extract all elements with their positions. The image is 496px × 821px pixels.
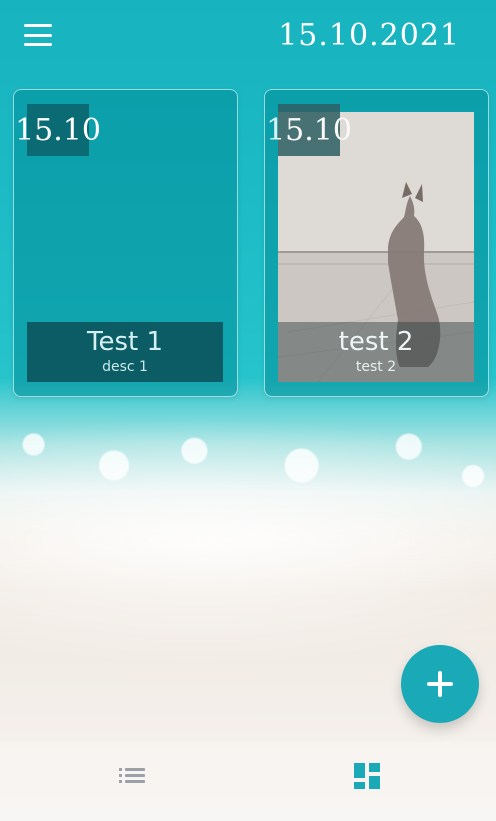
current-date: 15.10.2021 <box>278 18 460 53</box>
menu-line <box>24 24 52 27</box>
card-description: test 2 <box>355 359 397 375</box>
grid-view-button[interactable] <box>347 758 387 794</box>
note-card-2[interactable]: 15.10 test 2 test 2 <box>264 89 489 397</box>
wave-foam <box>0 392 496 602</box>
card-title: Test 1 <box>86 327 163 357</box>
list-view-button[interactable] <box>112 758 152 794</box>
menu-line <box>24 33 52 37</box>
card-caption: test 2 test 2 <box>278 322 474 382</box>
list-icon <box>119 768 145 783</box>
card-description: desc 1 <box>102 359 148 375</box>
menu-line <box>24 43 52 46</box>
add-note-button[interactable] <box>401 645 479 723</box>
date-chip: 15.10 <box>15 104 101 156</box>
top-bar: 15.10.2021 <box>0 0 496 80</box>
plus-icon <box>427 671 453 697</box>
menu-icon[interactable] <box>24 24 52 46</box>
bottom-navigation <box>0 742 496 821</box>
grid-icon <box>354 763 380 789</box>
card-caption: Test 1 desc 1 <box>27 322 223 382</box>
date-chip: 15.10 <box>266 104 352 156</box>
note-card-1[interactable]: 15.10 Test 1 desc 1 <box>13 89 238 397</box>
card-title: test 2 <box>338 327 414 357</box>
